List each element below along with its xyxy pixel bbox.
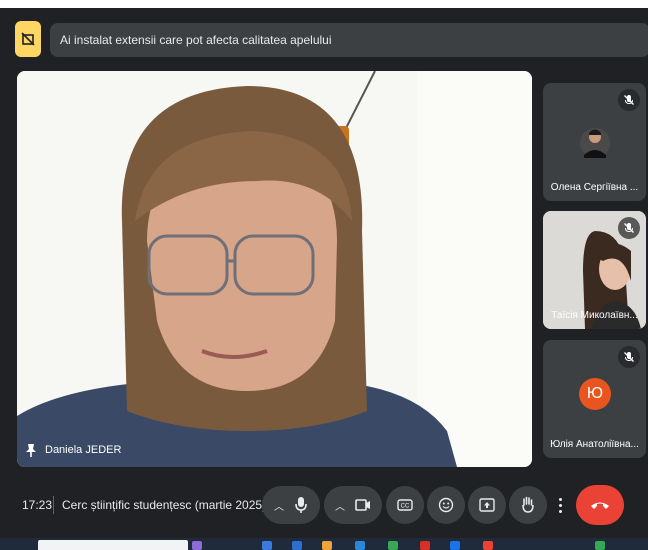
present-button[interactable]	[468, 486, 506, 524]
taskbar-app-icon[interactable]	[388, 541, 398, 550]
participant-tile-3[interactable]: Ю Юлія Анатоліївна...	[543, 340, 646, 458]
banner-text: Ai instalat extensii care pot afecta cal…	[60, 33, 332, 47]
participant-3-avatar: Ю	[579, 378, 611, 410]
meeting-title: Cerc științific studențesc (martie 2025)	[62, 498, 267, 512]
participant-1-name: Олена Сергіївна ...	[550, 182, 639, 193]
os-taskbar	[0, 538, 648, 550]
camera-options-chevron-icon[interactable]: ︿	[335, 498, 345, 513]
svg-text:CC: CC	[401, 504, 410, 510]
raise-hand-icon	[522, 496, 534, 513]
taskbar-app-icon[interactable]	[355, 541, 365, 550]
taskbar-search[interactable]	[38, 540, 188, 550]
pin-icon[interactable]	[25, 443, 37, 457]
captions-icon: CC	[397, 499, 413, 511]
taskbar-app-icon[interactable]	[420, 541, 430, 550]
main-video-tile[interactable]: Daniela JEDER	[17, 71, 532, 467]
mic-muted-icon	[624, 223, 634, 233]
taskbar-app-icon[interactable]	[595, 541, 605, 550]
participant-1-avatar	[580, 128, 610, 158]
mic-muted-icon	[624, 352, 634, 362]
participant-1-mic-status	[618, 89, 640, 111]
window-top-border	[0, 0, 648, 8]
mic-icon[interactable]	[294, 496, 308, 514]
participant-3-name: Юлія Анатоліївна...	[550, 439, 639, 450]
taskbar-app-icon[interactable]	[450, 541, 460, 550]
mic-options-chevron-icon[interactable]: ︿	[274, 498, 284, 513]
participant-3-mic-status	[618, 346, 640, 368]
camera-control-group: ︿	[324, 486, 382, 524]
present-icon	[479, 498, 495, 512]
participant-3-avatar-initial: Ю	[586, 385, 604, 402]
meeting-controls-bar: 17:23 Cerc științific studențesc (martie…	[0, 478, 648, 536]
taskbar-app-icon[interactable]	[192, 541, 202, 550]
extension-warning-button[interactable]	[15, 21, 41, 57]
taskbar-app-icon[interactable]	[483, 541, 493, 550]
extension-warning-icon	[21, 32, 35, 46]
participant-2-mic-status	[618, 217, 640, 239]
captions-button[interactable]: CC	[386, 486, 424, 524]
emoji-icon	[438, 497, 454, 513]
taskbar-app-icon[interactable]	[322, 541, 332, 550]
mic-control-group: ︿	[262, 486, 320, 524]
taskbar-app-icon[interactable]	[292, 541, 302, 550]
clock: 17:23	[22, 498, 53, 512]
hangup-icon	[591, 502, 609, 509]
extensions-banner: Ai instalat extensii care pot afecta cal…	[50, 23, 648, 57]
leave-call-button[interactable]	[576, 485, 624, 525]
participant-tile-1[interactable]: Олена Сергіївна ...	[543, 83, 646, 201]
main-participant-label: Daniela JEDER	[25, 443, 121, 457]
emoji-button[interactable]	[427, 486, 465, 524]
raise-hand-button[interactable]	[509, 486, 547, 524]
divider	[53, 496, 54, 514]
more-options-icon	[558, 497, 562, 513]
more-options-button[interactable]	[552, 492, 568, 518]
taskbar-app-icon[interactable]	[262, 541, 272, 550]
participant-2-name: Таїсія Миколаївн...	[551, 310, 638, 321]
camera-icon[interactable]	[355, 499, 371, 511]
participant-tile-2[interactable]: Таїсія Миколаївн...	[543, 211, 646, 329]
main-video-feed	[17, 71, 532, 467]
main-participant-name: Daniela JEDER	[45, 444, 122, 456]
mic-muted-icon	[624, 95, 634, 105]
